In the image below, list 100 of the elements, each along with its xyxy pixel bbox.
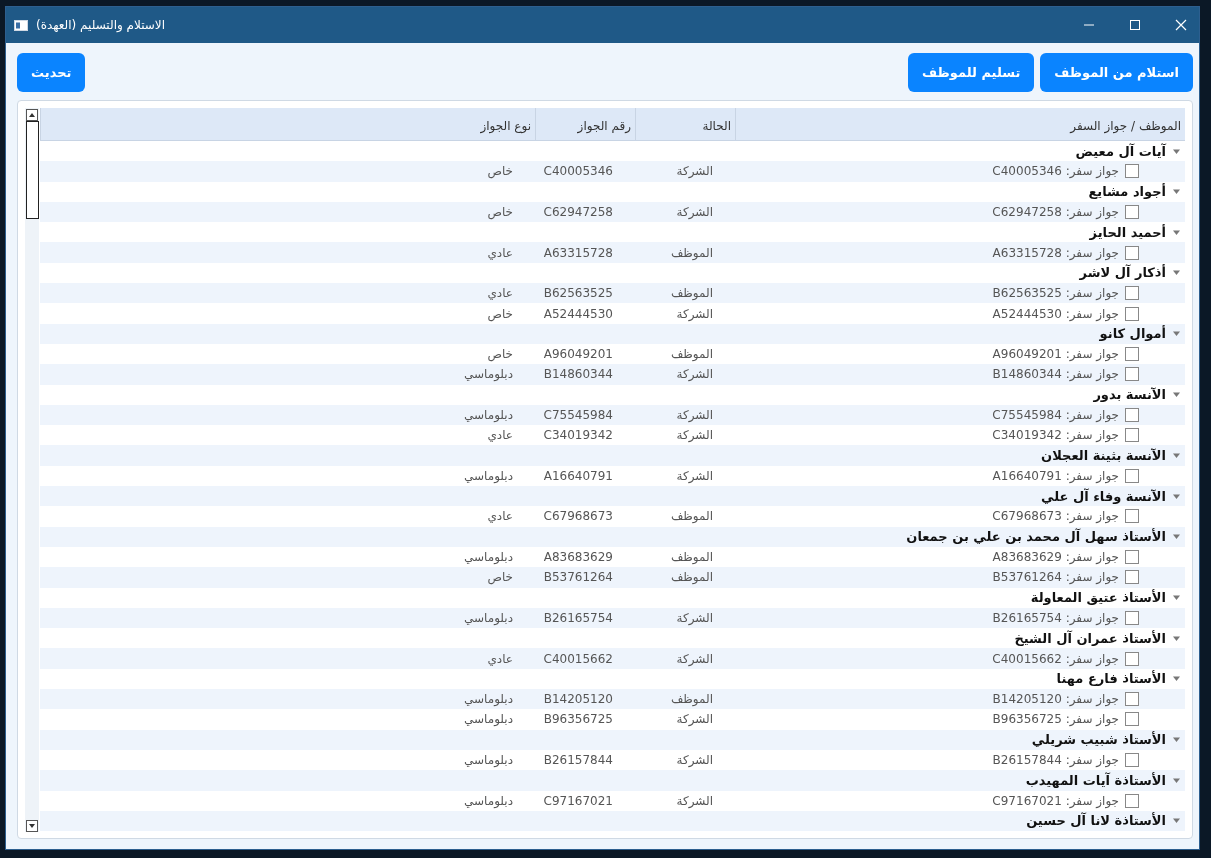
checkbox[interactable] xyxy=(1125,306,1139,321)
passport-label: جواز سفر: B96356725 xyxy=(992,712,1119,727)
checkbox[interactable] xyxy=(1125,245,1139,260)
caret-icon[interactable] xyxy=(1172,674,1181,684)
table-cell-text: الشركة xyxy=(675,367,714,382)
passport-label: جواز سفر: C75545984 xyxy=(992,408,1119,422)
caret-icon[interactable] xyxy=(1172,390,1181,400)
employee-name[interactable]: أجواد مشايع xyxy=(1088,184,1166,200)
checkbox[interactable] xyxy=(1125,712,1139,727)
caret-icon[interactable] xyxy=(1172,593,1181,603)
refresh-button[interactable]: تحديث xyxy=(17,53,86,92)
caret-icon[interactable] xyxy=(1172,816,1181,826)
column-header[interactable]: نوع الجواز xyxy=(40,108,535,140)
table-cell-text: B53761264 xyxy=(542,570,614,585)
employee-name[interactable]: الأستاذ عمران آل الشيخ xyxy=(1014,630,1166,646)
table-cell-text: B26157844 xyxy=(542,753,614,768)
caret-icon[interactable] xyxy=(1172,532,1181,542)
caret-icon[interactable] xyxy=(1172,735,1181,745)
checkbox[interactable] xyxy=(1125,509,1139,524)
table-cell-text: عادي xyxy=(486,509,514,524)
employee-name[interactable]: الآنسة بثينة العجلان xyxy=(1041,448,1166,464)
checkbox[interactable] xyxy=(1125,793,1139,808)
checkbox[interactable] xyxy=(1125,408,1139,422)
passport-label: جواز سفر: A96049201 xyxy=(992,347,1119,362)
table-cell-text: عادي xyxy=(486,286,514,301)
table-cell-text: خاص xyxy=(486,306,514,321)
table-cell-text: الشركة xyxy=(675,468,714,483)
table-cell-text: الشركة xyxy=(675,793,714,808)
action-button[interactable]: تسليم للموظف xyxy=(908,53,1035,92)
table-cell-text: دبلوماسي xyxy=(463,753,514,768)
table-cell-text: خاص xyxy=(486,205,514,220)
column-header[interactable]: الموظف / جواز السفر xyxy=(735,108,1185,140)
employee-name[interactable]: أموال كانو xyxy=(1099,326,1166,342)
table-cell-text: دبلوماسي xyxy=(463,610,514,625)
employee-name[interactable]: الأستاذة لانا آل حسين xyxy=(1026,813,1166,829)
checkbox[interactable] xyxy=(1125,205,1139,220)
table-cell-text: دبلوماسي xyxy=(463,692,514,707)
table-cell-text: دبلوماسي xyxy=(463,550,514,565)
table-cell-text: الشركة xyxy=(675,205,714,220)
checkbox[interactable] xyxy=(1125,367,1139,382)
checkbox[interactable] xyxy=(1125,570,1139,585)
checkbox[interactable] xyxy=(1125,286,1139,301)
checkbox[interactable] xyxy=(1125,347,1139,362)
employee-name[interactable]: الأستاذ شبيب شريلي xyxy=(1031,732,1166,748)
caret-icon[interactable] xyxy=(1172,187,1181,197)
employee-name[interactable]: الأستاذ فارع مهنا xyxy=(1056,671,1166,687)
employee-name[interactable]: الأستاذة آيات المهيدب xyxy=(1025,772,1166,788)
table-cell-text: C97167021 xyxy=(542,793,614,808)
checkbox[interactable] xyxy=(1125,610,1139,625)
caret-icon[interactable] xyxy=(1172,451,1181,461)
checkbox[interactable] xyxy=(1125,428,1139,443)
scroll-down-icon[interactable] xyxy=(26,820,38,832)
close-icon[interactable] xyxy=(1175,19,1187,31)
table-cell-text: الشركة xyxy=(675,408,714,422)
table-cell-text: الشركة xyxy=(675,712,714,727)
column-header[interactable]: الحالة xyxy=(635,108,735,140)
scrollbar[interactable] xyxy=(25,108,39,832)
checkbox[interactable] xyxy=(1125,651,1139,666)
scroll-up-icon[interactable] xyxy=(26,109,38,121)
table-cell-text: عادي xyxy=(486,651,514,666)
table-cell-text: دبلوماسي xyxy=(463,468,514,483)
table-cell-text: الموظف xyxy=(669,286,714,301)
scroll-thumb[interactable] xyxy=(25,121,39,219)
checkbox[interactable] xyxy=(1125,692,1139,707)
table-cell-text: الشركة xyxy=(675,164,714,179)
checkbox[interactable] xyxy=(1125,753,1139,768)
column-header[interactable]: رقم الجواز xyxy=(535,108,635,140)
passport-label: جواز سفر: A83683629 xyxy=(992,550,1119,565)
table-cell-text: الشركة xyxy=(675,306,714,321)
maximize-icon[interactable] xyxy=(1129,19,1141,31)
caret-icon[interactable] xyxy=(1172,329,1181,339)
table-cell-text: A96049201 xyxy=(542,347,614,362)
action-button[interactable]: استلام من الموظف xyxy=(1040,53,1193,92)
employee-name[interactable]: الآنسة بدور xyxy=(1093,387,1166,403)
table-cell-text: الموظف xyxy=(669,570,714,585)
checkbox[interactable] xyxy=(1125,468,1139,483)
table-cell-text: B26165754 xyxy=(542,610,614,625)
table-cell-text: C67968673 xyxy=(542,509,614,524)
table-cell-text: الموظف xyxy=(669,347,714,362)
employee-name[interactable]: الآنسة وفاء آل علي xyxy=(1041,488,1166,504)
employee-name[interactable]: آيات آل معيض xyxy=(1075,143,1166,159)
app-icon xyxy=(14,19,28,31)
employee-name[interactable]: أحميد الحايز xyxy=(1089,224,1166,240)
table-cell-text: C62947258 xyxy=(542,205,614,220)
passport-label: جواز سفر: A52444530 xyxy=(992,306,1119,321)
passport-label: جواز سفر: C97167021 xyxy=(992,793,1119,808)
employee-name[interactable]: أذكار آل لاشر xyxy=(1079,265,1166,281)
employee-name[interactable]: الأستاذ سهل آل محمد بن علي بن جمعان xyxy=(906,529,1166,545)
table-cell-text: B14860344 xyxy=(542,367,614,382)
table-cell-text: C40005346 xyxy=(542,164,614,179)
caret-icon[interactable] xyxy=(1172,268,1181,278)
checkbox[interactable] xyxy=(1125,164,1139,179)
employee-name[interactable]: الأستاذ عتيق المعاولة xyxy=(1030,590,1166,606)
passport-label: جواز سفر: B26157844 xyxy=(992,753,1119,768)
passport-label: جواز سفر: B14205120 xyxy=(992,692,1119,707)
table-cell-text: B96356725 xyxy=(542,712,614,727)
checkbox[interactable] xyxy=(1125,550,1139,565)
table-cell-text: الموظف xyxy=(669,245,714,260)
table-cell-text: دبلوماسي xyxy=(463,408,514,422)
passport-label: جواز سفر: C34019342 xyxy=(992,428,1119,443)
